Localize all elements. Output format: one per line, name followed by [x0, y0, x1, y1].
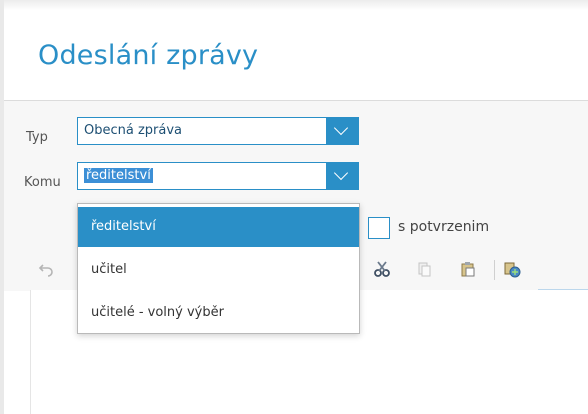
copy-icon[interactable]: [414, 259, 434, 279]
dropdown-option-label: učitelé - volný výběr: [91, 305, 224, 320]
page-title: Odeslání zprávy: [38, 40, 259, 71]
confirm-checkbox[interactable]: [368, 217, 390, 239]
dropdown-option-ucitele-volny-vyber[interactable]: učitelé - volný výběr: [78, 293, 359, 333]
type-select-value: Obecná zpráva: [84, 123, 183, 138]
chevron-down-icon[interactable]: [326, 163, 358, 189]
undo-icon[interactable]: [36, 259, 56, 279]
window-top-shadow: [0, 0, 588, 10]
paste-icon[interactable]: [458, 259, 478, 279]
cut-icon[interactable]: [372, 259, 392, 279]
type-label: Typ: [26, 130, 48, 145]
paste-special-icon[interactable]: [502, 259, 522, 279]
dropdown-option-reditelstvi[interactable]: ředitelství: [78, 207, 359, 247]
dropdown-option-ucitel[interactable]: učitel: [78, 250, 359, 290]
type-select[interactable]: Obecná zpráva: [77, 117, 359, 145]
to-select-value: ředitelství: [84, 168, 153, 183]
to-select[interactable]: ředitelství: [77, 162, 359, 190]
to-label: Komu: [24, 175, 61, 190]
dropdown-option-label: učitel: [91, 262, 127, 277]
dropdown-option-label: ředitelství: [91, 219, 156, 234]
to-dropdown-list[interactable]: ředitelství učitel učitelé - volný výběr: [77, 203, 360, 334]
confirm-checkbox-label: s potvrzenim: [398, 219, 490, 235]
toolbar-separator: [494, 260, 495, 280]
chevron-down-icon[interactable]: [326, 118, 358, 144]
